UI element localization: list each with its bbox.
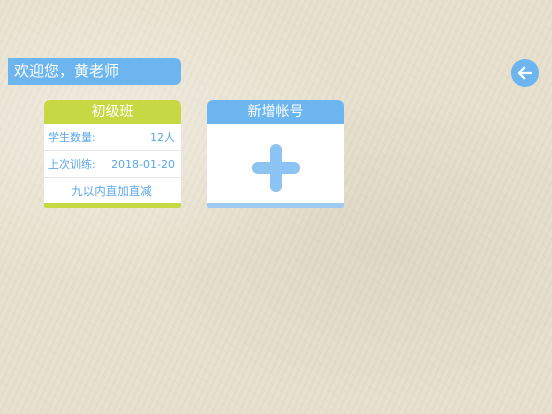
- plus-icon: [252, 144, 300, 192]
- student-count-row: 学生数量: 12人: [44, 124, 181, 151]
- add-account-card[interactable]: 新增帐号: [207, 100, 344, 208]
- last-training-row: 上次训练: 2018-01-20: [44, 151, 181, 178]
- class-card-title: 初级班: [44, 100, 181, 124]
- back-button[interactable]: [511, 59, 539, 87]
- student-count-value: 12人: [150, 131, 175, 144]
- welcome-banner: 欢迎您，黄老师: [8, 58, 181, 85]
- last-training-label: 上次训练:: [48, 158, 96, 171]
- course-name-row: 九以内直加直减: [44, 178, 181, 204]
- card-bottom-bar: [44, 203, 181, 208]
- course-name: 九以内直加直减: [71, 184, 152, 198]
- add-account-title: 新增帐号: [207, 100, 344, 124]
- card-bottom-bar: [207, 203, 344, 208]
- student-count-label: 学生数量:: [48, 131, 96, 144]
- last-training-value: 2018-01-20: [111, 157, 175, 171]
- class-card-beginner[interactable]: 初级班 学生数量: 12人 上次训练: 2018-01-20 九以内直加直减: [44, 100, 181, 208]
- arrow-left-icon: [517, 66, 533, 80]
